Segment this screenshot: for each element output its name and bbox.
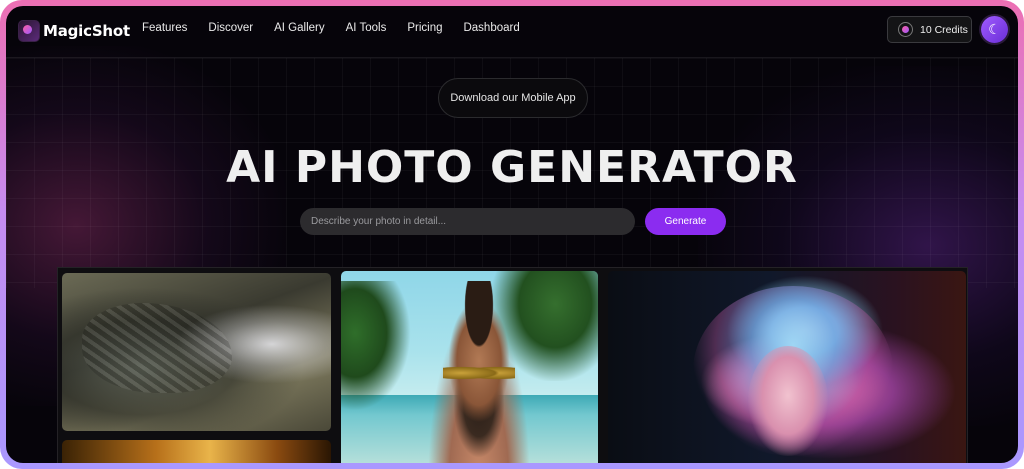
nav-item-pricing[interactable]: Pricing (407, 22, 442, 34)
golden-fire-image[interactable] (62, 440, 331, 463)
dragon-scales (82, 303, 232, 393)
nav-item-dashboard[interactable]: Dashboard (463, 22, 519, 34)
generate-button[interactable]: Generate (645, 208, 726, 235)
woman-face (748, 346, 828, 456)
moon-icon: ☾ (988, 21, 1001, 38)
user-avatar[interactable]: ☾ (981, 16, 1008, 43)
brand-name: MagicShot (43, 22, 130, 40)
palm-leaves-left (341, 281, 411, 411)
credits-label: 10 Credits (920, 23, 968, 36)
nav-item-ai-tools[interactable]: AI Tools (346, 22, 387, 34)
prompt-input[interactable] (300, 208, 635, 235)
man-sunglasses-beach-image[interactable] (341, 271, 598, 463)
logo-icon (18, 20, 40, 42)
nav-menu: Features Discover AI Gallery AI Tools Pr… (142, 22, 541, 34)
credits-button[interactable]: 10 Credits (887, 16, 972, 43)
top-nav: MagicShot Features Discover AI Gallery A… (6, 6, 1018, 58)
page-title: AI PHOTO GENERATOR (226, 142, 798, 193)
nav-item-ai-gallery[interactable]: AI Gallery (274, 22, 325, 34)
nav-item-discover[interactable]: Discover (208, 22, 253, 34)
sunglasses (443, 364, 515, 382)
credit-coin-icon (898, 22, 913, 37)
image-gallery (57, 267, 968, 463)
nav-item-features[interactable]: Features (142, 22, 187, 34)
neon-woman-portrait-image[interactable] (608, 271, 966, 463)
dragon-white-hair-image[interactable] (62, 273, 331, 431)
app-screen: MagicShot Features Discover AI Gallery A… (6, 6, 1018, 463)
download-app-button[interactable]: Download our Mobile App (438, 78, 588, 118)
brand-logo[interactable]: MagicShot (18, 20, 130, 42)
